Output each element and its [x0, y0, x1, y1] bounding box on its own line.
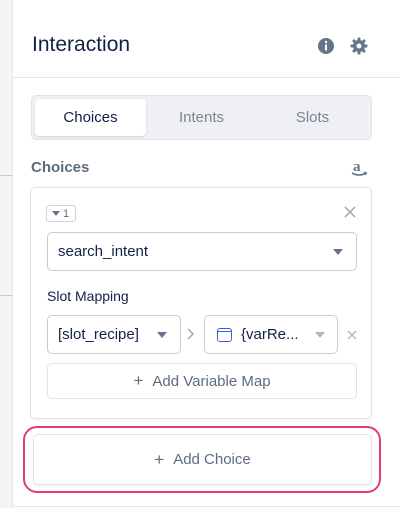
divider [13, 506, 400, 507]
interaction-panel: Interaction Choices Intents Slots Choice… [13, 0, 400, 508]
variable-select-value: {varRe... [241, 326, 299, 343]
close-icon[interactable] [347, 330, 357, 340]
add-variable-map-button[interactable]: + Add Variable Map [47, 363, 357, 399]
plus-icon: + [133, 371, 144, 390]
chevron-right-icon [187, 328, 194, 340]
variable-select[interactable]: {varRe... [204, 315, 338, 354]
canvas-strip [0, 0, 13, 508]
choice-index-badge[interactable]: 1 [46, 205, 77, 222]
variable-icon [217, 327, 232, 342]
tab-bar: Choices Intents Slots [31, 95, 372, 140]
canvas-connector-line [0, 175, 13, 176]
choice-card: 1 search_intent Slot Mapping [slot_recip… [30, 187, 372, 419]
amazon-icon[interactable]: a [350, 158, 368, 178]
choice-index: 1 [63, 207, 70, 220]
intent-select[interactable]: search_intent [47, 232, 357, 271]
tab-slots[interactable]: Slots [257, 99, 368, 136]
canvas-connector-line [0, 295, 13, 296]
chevron-down-icon [157, 332, 167, 338]
slot-mapping-label: Slot Mapping [47, 288, 129, 304]
intent-select-value: search_intent [58, 243, 149, 260]
add-choice-button[interactable]: + Add Choice [33, 434, 372, 485]
choices-section-label: Choices [31, 159, 90, 176]
chevron-down-icon [315, 332, 325, 338]
plus-icon: + [154, 449, 165, 469]
panel-header: Interaction [13, 0, 400, 78]
gear-icon[interactable] [350, 37, 368, 55]
tab-choices[interactable]: Choices [35, 99, 146, 136]
add-choice-label: Add Choice [173, 451, 251, 468]
panel-title: Interaction [32, 33, 131, 56]
tab-intents[interactable]: Intents [146, 99, 257, 136]
slot-select[interactable]: [slot_recipe] [47, 315, 181, 354]
add-variable-map-label: Add Variable Map [152, 372, 271, 390]
chevron-down-icon [333, 249, 343, 255]
close-icon[interactable] [344, 206, 356, 218]
svg-text:a: a [353, 159, 361, 175]
info-icon[interactable] [317, 37, 335, 55]
caret-down-icon [52, 210, 60, 216]
slot-select-value: [slot_recipe] [58, 326, 139, 343]
